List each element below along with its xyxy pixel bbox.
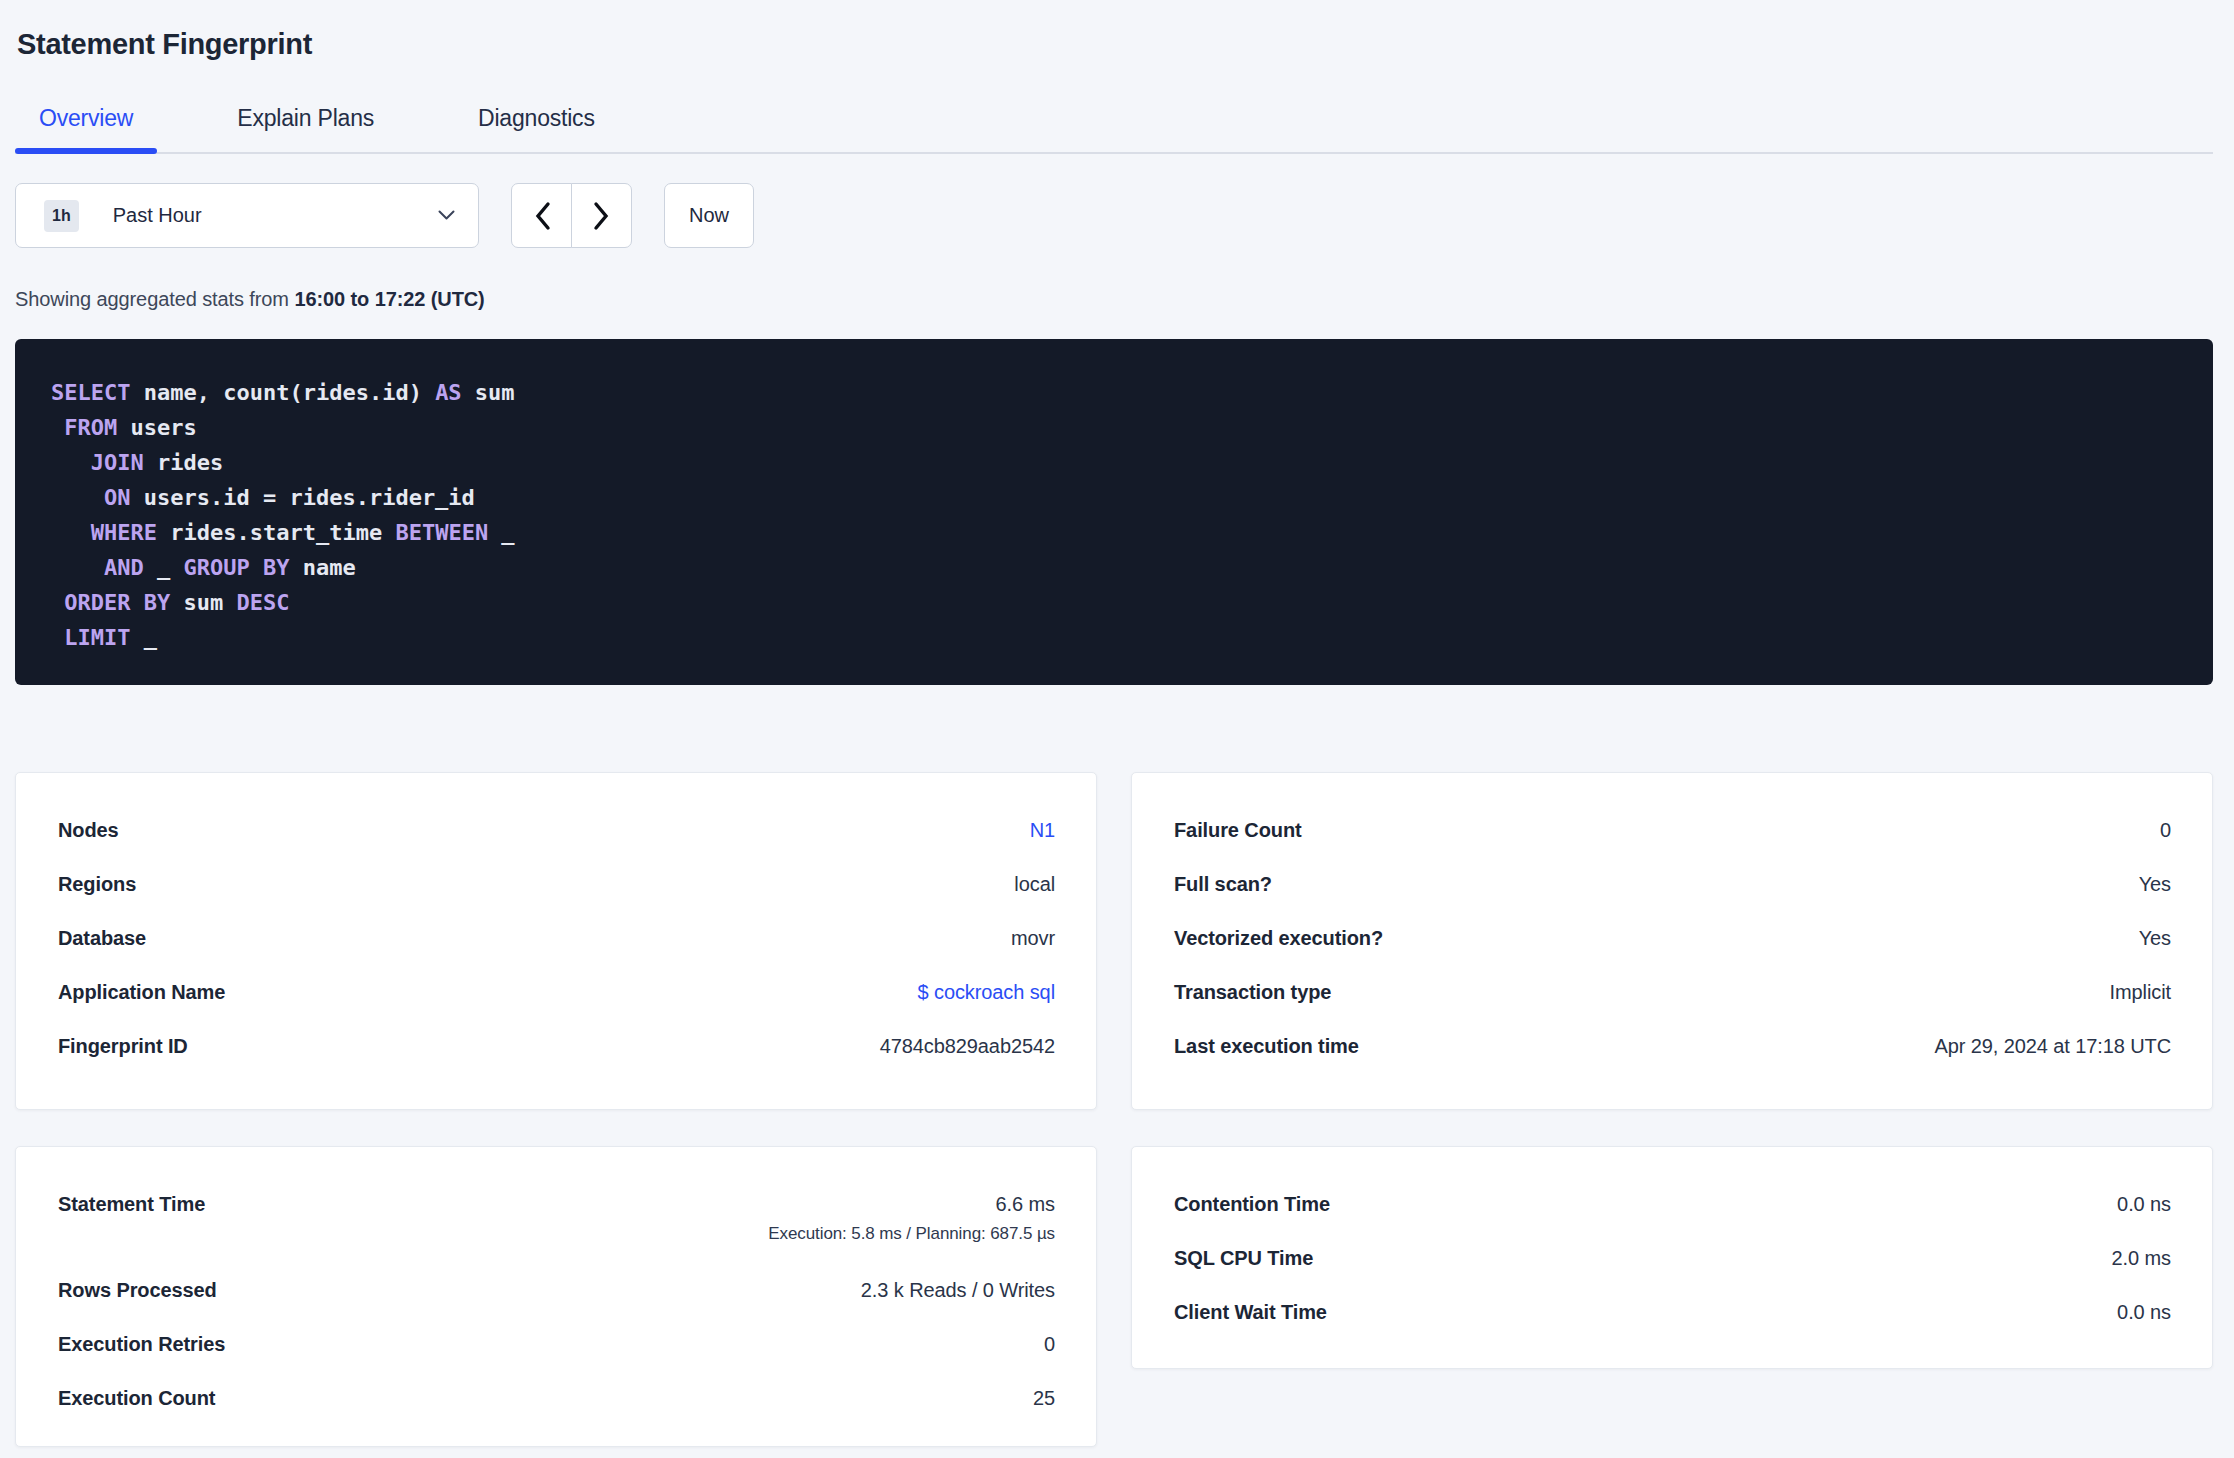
row-label: Vectorized execution? <box>1174 927 1383 950</box>
table-row: Failure Count 0 <box>1174 803 2171 857</box>
row-value: Yes <box>2139 927 2171 950</box>
row-label: Transaction type <box>1174 981 1331 1004</box>
aggregated-stats-line: Showing aggregated stats from 16:00 to 1… <box>15 288 2213 311</box>
time-range-label: Past Hour <box>113 204 202 227</box>
table-row: Regions local <box>58 857 1055 911</box>
chevron-down-icon <box>438 210 455 221</box>
now-button[interactable]: Now <box>664 183 754 248</box>
row-value: 0 <box>2160 819 2171 842</box>
row-value: Apr 29, 2024 at 17:18 UTC <box>1934 1035 2171 1058</box>
table-row: Nodes N1 <box>58 803 1055 857</box>
row-value: 4784cb829aab2542 <box>880 1035 1055 1058</box>
row-value: Yes <box>2139 873 2171 896</box>
row-value: 2.3 k Reads / 0 Writes <box>861 1279 1055 1302</box>
table-row: Execution Count 25 <box>58 1371 1055 1425</box>
tab-explain-plans[interactable]: Explain Plans <box>213 107 398 152</box>
table-row: Contention Time 0.0 ns <box>1174 1177 2171 1231</box>
row-value: 0 <box>1044 1333 1055 1356</box>
table-row: Full scan? Yes <box>1174 857 2171 911</box>
tab-bar: Overview Explain Plans Diagnostics <box>15 107 2213 154</box>
row-label: Nodes <box>58 819 119 842</box>
table-row: Transaction type Implicit <box>1174 965 2171 1019</box>
row-label: Regions <box>58 873 136 896</box>
table-row: Execution Retries 0 <box>58 1317 1055 1371</box>
tab-overview[interactable]: Overview <box>15 107 157 152</box>
nodes-link[interactable]: N1 <box>1030 819 1055 842</box>
time-range-badge: 1h <box>44 200 79 232</box>
table-row: SQL CPU Time 2.0 ms <box>1174 1231 2171 1285</box>
table-row: Application Name $ cockroach sql <box>58 965 1055 1019</box>
sql-code: SELECT name, count(rides.id) AS sum FROM… <box>51 375 2183 655</box>
next-time-button[interactable] <box>571 183 632 248</box>
table-row: Vectorized execution? Yes <box>1174 911 2171 965</box>
row-value: 0.0 ns <box>2117 1301 2171 1324</box>
statement-info-card: Nodes N1 Regions local Database movr App… <box>15 772 1097 1110</box>
row-label: Execution Retries <box>58 1333 225 1356</box>
time-pager <box>511 183 632 248</box>
row-value: 25 <box>1033 1387 1055 1410</box>
table-row: Statement Time 6.6 ms Execution: 5.8 ms … <box>58 1177 1055 1263</box>
row-label: Full scan? <box>1174 873 1272 896</box>
execution-attributes-card: Failure Count 0 Full scan? Yes Vectorize… <box>1131 772 2213 1110</box>
row-label: Failure Count <box>1174 819 1302 842</box>
row-value: movr <box>1011 927 1055 950</box>
table-row: Fingerprint ID 4784cb829aab2542 <box>58 1019 1055 1073</box>
statement-times-card: Statement Time 6.6 ms Execution: 5.8 ms … <box>15 1146 1097 1447</box>
summary-cards-row-1: Nodes N1 Regions local Database movr App… <box>15 772 2213 1110</box>
table-row: Database movr <box>58 911 1055 965</box>
application-name-link[interactable]: $ cockroach sql <box>918 981 1055 1004</box>
statement-fingerprint-page: Statement Fingerprint Overview Explain P… <box>0 28 2234 1447</box>
stats-prefix: Showing aggregated stats from <box>15 288 294 310</box>
sql-statement-box: SELECT name, count(rides.id) AS sum FROM… <box>15 339 2213 685</box>
row-label: Contention Time <box>1174 1193 1330 1216</box>
summary-cards-row-2: Statement Time 6.6 ms Execution: 5.8 ms … <box>15 1146 2213 1447</box>
row-label: Fingerprint ID <box>58 1035 188 1058</box>
row-label: Database <box>58 927 146 950</box>
row-value: 0.0 ns <box>2117 1193 2171 1216</box>
stats-range: 16:00 to 17:22 (UTC) <box>294 288 484 310</box>
row-label: Statement Time <box>58 1177 205 1231</box>
wait-times-card: Contention Time 0.0 ns SQL CPU Time 2.0 … <box>1131 1146 2213 1369</box>
tab-diagnostics[interactable]: Diagnostics <box>454 107 619 152</box>
row-label: Rows Processed <box>58 1279 217 1302</box>
row-value: 2.0 ms <box>2112 1247 2171 1270</box>
row-subvalue: Execution: 5.8 ms / Planning: 687.5 µs <box>768 1223 1055 1245</box>
row-value: Implicit <box>2110 981 2171 1004</box>
row-label: Application Name <box>58 981 225 1004</box>
table-row: Client Wait Time 0.0 ns <box>1174 1285 2171 1339</box>
page-title: Statement Fingerprint <box>17 28 2213 61</box>
table-row: Last execution time Apr 29, 2024 at 17:1… <box>1174 1019 2171 1073</box>
previous-time-button[interactable] <box>511 183 572 248</box>
time-controls: 1h Past Hour Now <box>15 183 2213 248</box>
row-value: local <box>1014 873 1055 896</box>
row-label: Client Wait Time <box>1174 1301 1327 1324</box>
table-row: Rows Processed 2.3 k Reads / 0 Writes <box>58 1263 1055 1317</box>
time-range-select[interactable]: 1h Past Hour <box>15 183 479 248</box>
row-label: SQL CPU Time <box>1174 1247 1313 1270</box>
row-label: Execution Count <box>58 1387 215 1410</box>
row-label: Last execution time <box>1174 1035 1359 1058</box>
